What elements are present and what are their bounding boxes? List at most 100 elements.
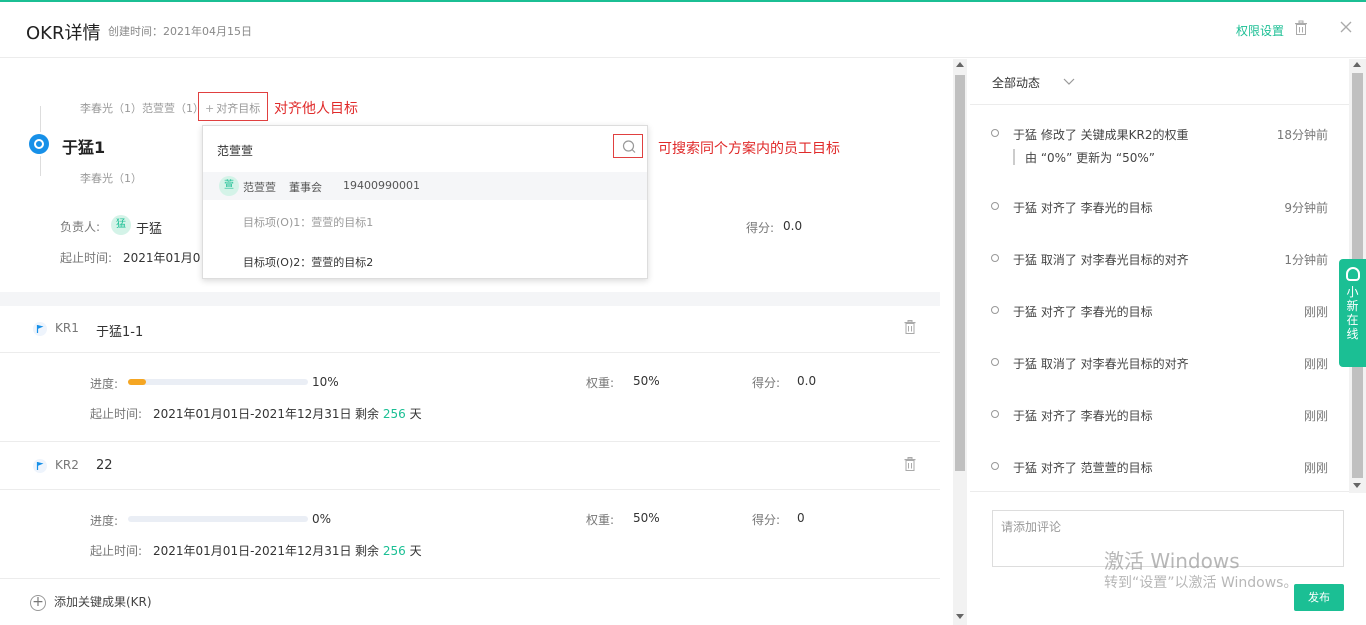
- close-icon[interactable]: [1338, 18, 1354, 36]
- activity-item: 于猛 取消了 对李春光目标的对齐 刚刚: [970, 355, 1350, 375]
- progress-value: 10%: [312, 375, 339, 389]
- annotation-align-note: 对齐他人目标: [274, 101, 358, 117]
- divider: [0, 441, 940, 442]
- objective-name: 于猛1: [62, 138, 106, 157]
- score-label: 得分:: [752, 513, 781, 527]
- remaining-prefix: 剩余: [355, 544, 380, 558]
- add-kr-label: 添加关键成果(KR): [54, 595, 152, 609]
- bullet-icon: [991, 306, 999, 314]
- kr-code: KR1: [55, 321, 79, 335]
- activity-panel: 全部动态 于猛 修改了 关键成果KR2的权重 18分钟前 由 “0%” 更新为 …: [970, 59, 1366, 625]
- remaining-days-count: 256: [382, 407, 406, 421]
- progress-value: 0%: [312, 512, 332, 526]
- tree-connector: [40, 156, 41, 176]
- add-kr-button[interactable]: + 添加关键成果(KR): [30, 593, 152, 611]
- activity-item: 于猛 取消了 对李春光目标的对齐 1分钟前: [970, 251, 1350, 271]
- person-name: 范萱萱: [243, 181, 276, 194]
- delete-icon[interactable]: [1294, 20, 1308, 36]
- period-value: 2021年01月01日-2021年12月31日: [153, 544, 352, 558]
- tree-connector: [40, 106, 41, 132]
- activity-detail: 由 “0%” 更新为 “50%”: [1013, 149, 1155, 165]
- online-support-button[interactable]: 小新在线: [1339, 259, 1366, 367]
- activity-item: 于猛 对齐了 李春光的目标 刚刚: [970, 303, 1350, 323]
- activity-item: 于猛 对齐了 李春光的目标 9分钟前: [970, 199, 1350, 219]
- bullet-icon: [991, 202, 999, 210]
- activity-text: 于猛 取消了 对李春光目标的对齐: [1013, 253, 1189, 267]
- divider: [0, 578, 940, 579]
- person-result-row[interactable]: 萱 范萱萱 董事会 19400990001: [203, 172, 647, 200]
- scroll-down-arrow-icon[interactable]: [1353, 483, 1361, 488]
- scrollbar-thumb[interactable]: [955, 75, 965, 471]
- kr-header: KR2 22: [0, 443, 940, 490]
- score-label: 得分:: [746, 221, 775, 235]
- activity-time: 刚刚: [1303, 409, 1328, 423]
- delete-icon[interactable]: [904, 457, 916, 471]
- activity-time: 9分钟前: [1284, 201, 1328, 215]
- remaining-prefix: 剩余: [355, 407, 380, 421]
- search-button[interactable]: [613, 134, 643, 158]
- flag-icon: [33, 322, 47, 336]
- remaining-days: 剩余 256 天: [355, 405, 422, 422]
- chevron-down-icon[interactable]: [1062, 74, 1076, 88]
- kr-name: 于猛1-1: [96, 325, 144, 340]
- progress-fill: [128, 379, 146, 385]
- bullet-icon: [991, 462, 999, 470]
- permission-settings-link[interactable]: 权限设置: [1236, 22, 1284, 39]
- bullet-icon: [991, 358, 999, 366]
- windows-activation-hint: 转到“设置”以激活 Windows。: [1104, 575, 1298, 591]
- bullet-icon: [991, 410, 999, 418]
- person-department: 董事会: [289, 181, 322, 194]
- flag-icon: [33, 459, 47, 473]
- headset-icon: [1345, 267, 1360, 281]
- feed-filter[interactable]: 全部动态: [992, 74, 1040, 91]
- period-label: 起止时间:: [90, 407, 143, 421]
- kr-card: KR1 于猛1-1 进度: 10% 权重: 50% 得分: 0.0 起止时间: …: [0, 306, 940, 442]
- kr-header: KR1 于猛1-1: [0, 306, 940, 353]
- divider: [970, 491, 1350, 492]
- objective-option[interactable]: 目标项(O)2：萱萱的目标2: [243, 254, 373, 270]
- bullet-icon: [991, 254, 999, 262]
- kr-name: 22: [96, 458, 113, 473]
- publish-button[interactable]: 发布: [1294, 584, 1344, 611]
- scroll-down-arrow-icon[interactable]: [956, 614, 964, 619]
- score-value: 0: [797, 511, 805, 525]
- activity-text: 于猛 对齐了 李春光的目标: [1013, 201, 1153, 215]
- plus-icon: +: [205, 102, 215, 115]
- aligned-objectives-lower: 李春光（1）: [80, 172, 142, 185]
- objective-option[interactable]: 目标项(O)1：萱萱的目标1: [243, 214, 373, 230]
- score-value: 0.0: [797, 374, 817, 388]
- left-scrollbar[interactable]: [953, 59, 967, 625]
- activity-time: 刚刚: [1303, 305, 1328, 319]
- page-title: OKR详情: [26, 23, 101, 44]
- progress-label: 进度:: [90, 514, 119, 528]
- score-value: 0.0: [783, 219, 803, 233]
- period-value: 2021年01月01日-2021年12月31日: [153, 407, 352, 421]
- period-label: 起止时间:: [90, 544, 143, 558]
- period-value: 2021年01月0: [123, 251, 201, 265]
- owner-name: 于猛: [136, 222, 163, 237]
- search-input[interactable]: 范萱萱: [217, 142, 253, 159]
- avatar: 猛: [111, 215, 131, 235]
- activity-text: 于猛 修改了 关键成果KR2的权重: [1013, 128, 1189, 142]
- align-objective-button[interactable]: + 对齐目标: [198, 92, 268, 121]
- delete-icon[interactable]: [904, 320, 916, 334]
- header: OKR详情 创建时间：2021年04月15日 权限设置: [0, 2, 1366, 58]
- scroll-up-arrow-icon[interactable]: [956, 62, 964, 67]
- person-phone: 19400990001: [343, 179, 420, 192]
- activity-text: 于猛 对齐了 李春光的目标: [1013, 409, 1153, 423]
- feed-header[interactable]: 全部动态: [970, 59, 1350, 105]
- progress-label: 进度:: [90, 377, 119, 391]
- remaining-days: 剩余 256 天: [355, 542, 422, 559]
- remaining-suffix: 天: [409, 407, 422, 421]
- weight-value: 50%: [633, 374, 660, 388]
- scroll-up-arrow-icon[interactable]: [1353, 62, 1361, 67]
- remaining-days-count: 256: [382, 544, 406, 558]
- align-objective-label: 对齐目标: [216, 102, 261, 115]
- score-label: 得分:: [752, 376, 781, 390]
- online-support-label: 小新在线: [1346, 285, 1359, 341]
- activity-time: 18分钟前: [1276, 128, 1328, 142]
- owner-label: 负责人:: [60, 220, 101, 234]
- activity-time: 1分钟前: [1284, 253, 1328, 267]
- target-icon: [29, 134, 49, 154]
- windows-activation-watermark: 激活 Windows: [1104, 549, 1240, 573]
